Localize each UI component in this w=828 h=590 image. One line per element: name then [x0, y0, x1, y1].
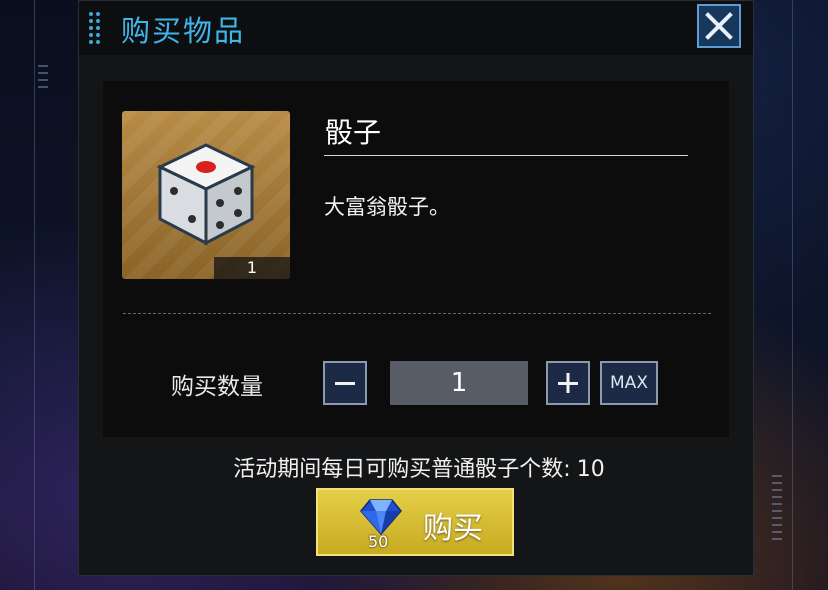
max-button[interactable]: MAX: [600, 361, 658, 405]
decrease-button[interactable]: [323, 361, 367, 405]
item-panel: 1 骰子 大富翁骰子。 购买数量 1 MAX: [103, 81, 729, 437]
price-value: 50: [368, 532, 389, 551]
dialog-title: 购买物品: [121, 14, 246, 48]
frame-line-right: [792, 0, 793, 590]
daily-limit: 活动期间每日可购买普通骰子个数: 10: [79, 451, 753, 483]
dashed-divider: [123, 313, 711, 314]
quantity-input[interactable]: 1: [390, 361, 528, 405]
dice-icon: [156, 143, 256, 246]
daily-limit-value: 10: [576, 457, 605, 482]
plus-icon: [558, 373, 578, 393]
buy-button[interactable]: 50 购买: [316, 488, 514, 556]
name-divider: [324, 155, 688, 156]
purchase-dialog: 购买物品 1 骰子 大富翁骰子。 购买数量 1 MAX 活动期间每日可购买普通骰…: [78, 0, 754, 576]
owned-count: 1: [214, 257, 290, 279]
grip-icon: [89, 12, 103, 46]
item-description: 大富翁骰子。: [324, 195, 450, 219]
frame-ticks-right: [772, 470, 782, 545]
close-button[interactable]: [697, 4, 741, 48]
close-icon: [705, 12, 733, 40]
dialog-header: 购买物品: [79, 1, 753, 55]
minus-icon: [335, 382, 355, 385]
quantity-label: 购买数量: [171, 374, 263, 400]
increase-button[interactable]: [546, 361, 590, 405]
buy-label: 购买: [423, 511, 483, 546]
frame-ticks-left: [38, 60, 48, 93]
item-name: 骰子: [325, 116, 382, 149]
diamond-icon: [360, 499, 402, 536]
frame-line-left: [34, 0, 35, 590]
item-icon-frame: 1: [122, 111, 290, 279]
daily-limit-text: 活动期间每日可购买普通骰子个数:: [233, 457, 571, 482]
